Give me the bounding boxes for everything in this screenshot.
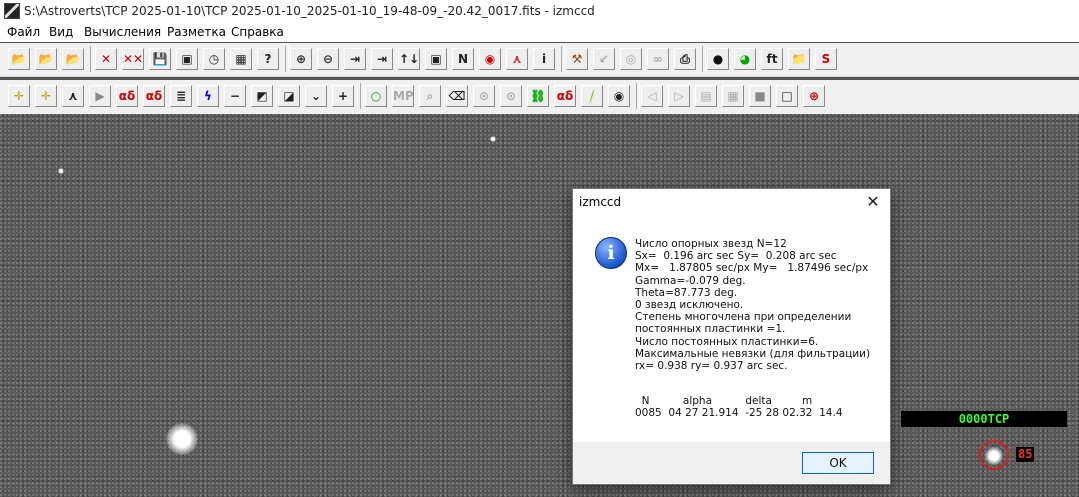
alpha-delta-icon[interactable]: αδ [116, 85, 138, 107]
result-table-header: N alpha delta m [635, 395, 813, 407]
list-icon[interactable]: ≣ [170, 85, 192, 107]
toolbar-separator [636, 83, 640, 109]
zoom-in-icon[interactable]: ⊕ [290, 48, 312, 70]
message-dialog: izmccd ✕ i Число опорных звезд N=12 Sx= … [572, 188, 891, 485]
help-icon[interactable]: ? [257, 48, 279, 70]
object-label: 0000TCP [901, 411, 1067, 427]
arrow-back-icon[interactable]: ↙ [593, 48, 615, 70]
open-series-icon[interactable]: 📂 [62, 48, 84, 70]
crosshair-icon[interactable]: ✛ [8, 85, 30, 107]
target-color-icon[interactable]: ◉ [479, 48, 501, 70]
tools-toolbar: ✛ ✛ ⋏ ▶ αδ αδ ≣ ϟ − ◩ ◪ ⌄ + ○ MP ⌕ ⌫ ⊙ ⊙ ⛓ αδ ⧸ ◉ ◁ ▷ ▤ ▦ ■ □ ⊕ [0, 80, 1079, 115]
infinity-icon[interactable]: ∞ [647, 48, 669, 70]
next-frame-icon[interactable]: ▷ [668, 85, 690, 107]
menu-markup[interactable]: Разметка [167, 25, 226, 39]
menu-calculations[interactable]: Вычисления [84, 25, 161, 39]
stack-icon[interactable]: ▤ [695, 85, 717, 107]
crosshair-red-icon[interactable]: ⊕ [803, 85, 825, 107]
square-outline-icon[interactable]: □ [776, 85, 798, 107]
nav-back-icon[interactable]: ⊙ [500, 85, 522, 107]
menu-file[interactable]: Файл [7, 25, 40, 39]
dialog-message: Число опорных звезд N=12 Sx= 0.196 arc s… [635, 238, 871, 373]
alpha-delta-circle-icon[interactable]: αδ [554, 85, 576, 107]
alpha-delta-box-icon[interactable]: αδ [143, 85, 165, 107]
print-icon[interactable]: ⎙ [674, 48, 696, 70]
frame-icon[interactable]: ▣ [425, 48, 447, 70]
faint-star[interactable] [58, 168, 64, 174]
link-icon[interactable]: ⛓ [527, 85, 549, 107]
crosshair-yellow-icon[interactable]: ✛ [35, 85, 57, 107]
copy-icon[interactable]: ▣ [176, 48, 198, 70]
star-number-label: 85 [1016, 447, 1035, 462]
folder-icon[interactable]: 📁 [788, 48, 810, 70]
nav-forward-icon[interactable]: ⊙ [473, 85, 495, 107]
info-icon: i [595, 237, 627, 269]
mp-icon[interactable]: MP [392, 85, 414, 107]
rgb-icon[interactable]: S [815, 48, 837, 70]
color-wheel-icon[interactable]: ◕ [734, 48, 756, 70]
ft-icon[interactable]: ft [761, 48, 783, 70]
lightning-icon[interactable]: ϟ [197, 85, 219, 107]
dialog-title: izmccd [579, 195, 622, 209]
dialog-title-bar: izmccd ✕ [573, 189, 890, 215]
eye-icon[interactable]: ◎ [620, 48, 642, 70]
square-gray-icon[interactable]: ■ [749, 85, 771, 107]
zoom-out-icon[interactable]: ⊖ [317, 48, 339, 70]
main-toolbar: 📂 📂 📂 ✕ ✕✕ 💾 ▣ ◷ ▦? ⊕ ⊖ ⇥ ⇥ ↑↓ ▣ N ◉ ⋏ i ⚒ ↙ ◎ ∞ ⎙ ● ◕ ft 📁 S [0, 43, 1079, 77]
arrow-right-gray-icon[interactable]: ⇥ [371, 48, 393, 70]
dialog-footer: OK [573, 442, 890, 484]
title-bar: S:\Astroverts\TCP 2025-01-10\TCP 2025-01… [0, 0, 1079, 22]
hammer-icon[interactable]: ⚒ [566, 48, 588, 70]
faint-star[interactable] [490, 136, 496, 142]
layers-icon[interactable]: ▦ [722, 85, 744, 107]
delete-all-icon[interactable]: ✕✕ [122, 48, 144, 70]
contrast-icon[interactable]: ◩ [251, 85, 273, 107]
palette-icon[interactable]: ▦ [230, 48, 252, 70]
window-title: S:\Astroverts\TCP 2025-01-10\TCP 2025-01… [24, 4, 595, 18]
ring-icon[interactable]: ◉ [608, 85, 630, 107]
app-icon [4, 3, 20, 19]
split-icon[interactable]: ⋏ [62, 85, 84, 107]
open-icon[interactable]: 📂 [8, 48, 30, 70]
clock-icon[interactable]: ◷ [203, 48, 225, 70]
bright-star[interactable] [166, 423, 198, 455]
search-gray-icon[interactable]: ⌕ [419, 85, 441, 107]
ok-button[interactable]: OK [802, 452, 874, 474]
ruler-icon[interactable]: ⧸ [581, 85, 603, 107]
info-i-icon[interactable]: i [533, 48, 555, 70]
stretch-icon[interactable]: ◪ [278, 85, 300, 107]
north-icon[interactable]: N [452, 48, 474, 70]
delete-icon[interactable]: ✕ [95, 48, 117, 70]
eraser-icon[interactable]: ⌫ [446, 85, 468, 107]
toolbar-separator [285, 46, 289, 72]
menu-help[interactable]: Справка [231, 25, 284, 39]
merge-icon[interactable]: ⌄ [305, 85, 327, 107]
close-icon[interactable]: ✕ [862, 192, 884, 212]
plus-icon[interactable]: + [332, 85, 354, 107]
toolbar-separator [90, 46, 94, 72]
save-icon[interactable]: 💾 [149, 48, 171, 70]
toolbar-separator [360, 83, 364, 109]
arrow-right-icon[interactable]: ⇥ [344, 48, 366, 70]
flip-vertical-icon[interactable]: ↑↓ [398, 48, 420, 70]
menu-view[interactable]: Вид [49, 25, 73, 39]
open-list-icon[interactable]: 📂 [35, 48, 57, 70]
play-icon[interactable]: ▶ [89, 85, 111, 107]
target-marker[interactable] [979, 440, 1009, 470]
image-noise [0, 114, 1079, 497]
menu-bar: Файл Вид Вычисления Разметка Справка [0, 22, 1079, 42]
toolbar-separator [702, 46, 706, 72]
prev-frame-icon[interactable]: ◁ [641, 85, 663, 107]
fits-image-view[interactable]: 0000TCP 85 [0, 114, 1079, 497]
circle-icon[interactable]: ○ [365, 85, 387, 107]
result-table-row: 0085 04 27 21.914 -25 28 02.32 14.4 [635, 407, 843, 419]
axes-icon[interactable]: ⋏ [506, 48, 528, 70]
minus-icon[interactable]: − [224, 85, 246, 107]
dots-circle-icon[interactable]: ● [707, 48, 729, 70]
toolbar-separator [561, 46, 565, 72]
